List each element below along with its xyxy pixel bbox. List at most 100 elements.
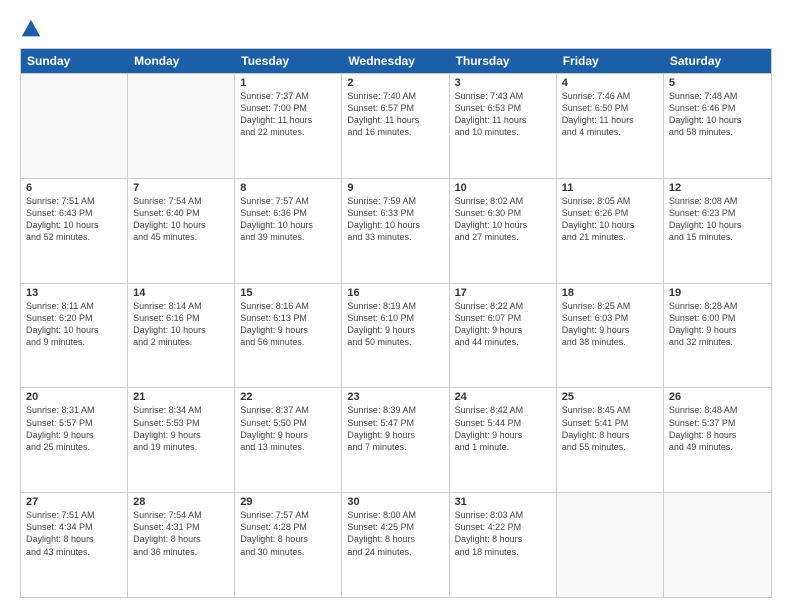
day-header-friday: Friday	[557, 49, 664, 73]
cell-info: Sunrise: 7:51 AMSunset: 4:34 PMDaylight:…	[26, 509, 122, 558]
day-number: 9	[347, 182, 443, 194]
logo	[20, 18, 44, 40]
day-number: 10	[455, 182, 551, 194]
week-row-5: 27Sunrise: 7:51 AMSunset: 4:34 PMDayligh…	[21, 492, 771, 597]
day-number: 16	[347, 287, 443, 299]
calendar-cell: 23Sunrise: 8:39 AMSunset: 5:47 PMDayligh…	[342, 388, 449, 492]
day-number: 25	[562, 391, 658, 403]
calendar-cell: 22Sunrise: 8:37 AMSunset: 5:50 PMDayligh…	[235, 388, 342, 492]
cell-info: Sunrise: 8:16 AMSunset: 6:13 PMDaylight:…	[240, 300, 336, 349]
day-number: 1	[240, 77, 336, 89]
day-number: 22	[240, 391, 336, 403]
calendar-cell: 12Sunrise: 8:08 AMSunset: 6:23 PMDayligh…	[664, 179, 771, 283]
calendar-cell: 20Sunrise: 8:31 AMSunset: 5:57 PMDayligh…	[21, 388, 128, 492]
day-number: 19	[669, 287, 766, 299]
calendar-cell: 6Sunrise: 7:51 AMSunset: 6:43 PMDaylight…	[21, 179, 128, 283]
day-number: 2	[347, 77, 443, 89]
calendar-cell: 5Sunrise: 7:48 AMSunset: 6:46 PMDaylight…	[664, 74, 771, 178]
day-header-saturday: Saturday	[664, 49, 771, 73]
calendar-cell	[664, 493, 771, 597]
day-number: 26	[669, 391, 766, 403]
week-row-4: 20Sunrise: 8:31 AMSunset: 5:57 PMDayligh…	[21, 387, 771, 492]
calendar-cell: 26Sunrise: 8:48 AMSunset: 5:37 PMDayligh…	[664, 388, 771, 492]
cell-info: Sunrise: 8:02 AMSunset: 6:30 PMDaylight:…	[455, 195, 551, 244]
cell-info: Sunrise: 8:48 AMSunset: 5:37 PMDaylight:…	[669, 404, 766, 453]
week-row-2: 6Sunrise: 7:51 AMSunset: 6:43 PMDaylight…	[21, 178, 771, 283]
day-header-monday: Monday	[128, 49, 235, 73]
calendar-cell: 7Sunrise: 7:54 AMSunset: 6:40 PMDaylight…	[128, 179, 235, 283]
cell-info: Sunrise: 8:22 AMSunset: 6:07 PMDaylight:…	[455, 300, 551, 349]
cell-info: Sunrise: 7:59 AMSunset: 6:33 PMDaylight:…	[347, 195, 443, 244]
cell-info: Sunrise: 7:57 AMSunset: 6:36 PMDaylight:…	[240, 195, 336, 244]
calendar-cell: 3Sunrise: 7:43 AMSunset: 6:53 PMDaylight…	[450, 74, 557, 178]
calendar-cell: 31Sunrise: 8:03 AMSunset: 4:22 PMDayligh…	[450, 493, 557, 597]
logo-icon	[20, 18, 42, 40]
header	[20, 18, 772, 40]
day-header-tuesday: Tuesday	[235, 49, 342, 73]
cell-info: Sunrise: 7:54 AMSunset: 6:40 PMDaylight:…	[133, 195, 229, 244]
calendar-cell: 14Sunrise: 8:14 AMSunset: 6:16 PMDayligh…	[128, 284, 235, 388]
calendar-body: 1Sunrise: 7:37 AMSunset: 7:00 PMDaylight…	[21, 73, 771, 597]
calendar-cell	[128, 74, 235, 178]
cell-info: Sunrise: 8:39 AMSunset: 5:47 PMDaylight:…	[347, 404, 443, 453]
cell-info: Sunrise: 7:51 AMSunset: 6:43 PMDaylight:…	[26, 195, 122, 244]
day-number: 3	[455, 77, 551, 89]
day-number: 28	[133, 496, 229, 508]
calendar-cell: 27Sunrise: 7:51 AMSunset: 4:34 PMDayligh…	[21, 493, 128, 597]
day-number: 20	[26, 391, 122, 403]
cell-info: Sunrise: 7:46 AMSunset: 6:50 PMDaylight:…	[562, 90, 658, 139]
day-header-wednesday: Wednesday	[342, 49, 449, 73]
calendar-cell: 17Sunrise: 8:22 AMSunset: 6:07 PMDayligh…	[450, 284, 557, 388]
day-number: 14	[133, 287, 229, 299]
day-number: 12	[669, 182, 766, 194]
calendar-cell: 11Sunrise: 8:05 AMSunset: 6:26 PMDayligh…	[557, 179, 664, 283]
cell-info: Sunrise: 8:28 AMSunset: 6:00 PMDaylight:…	[669, 300, 766, 349]
day-number: 30	[347, 496, 443, 508]
cell-info: Sunrise: 8:05 AMSunset: 6:26 PMDaylight:…	[562, 195, 658, 244]
week-row-1: 1Sunrise: 7:37 AMSunset: 7:00 PMDaylight…	[21, 73, 771, 178]
day-header-sunday: Sunday	[21, 49, 128, 73]
cell-info: Sunrise: 8:45 AMSunset: 5:41 PMDaylight:…	[562, 404, 658, 453]
day-number: 13	[26, 287, 122, 299]
cell-info: Sunrise: 7:40 AMSunset: 6:57 PMDaylight:…	[347, 90, 443, 139]
calendar-cell: 28Sunrise: 7:54 AMSunset: 4:31 PMDayligh…	[128, 493, 235, 597]
cell-info: Sunrise: 7:57 AMSunset: 4:28 PMDaylight:…	[240, 509, 336, 558]
calendar-cell: 18Sunrise: 8:25 AMSunset: 6:03 PMDayligh…	[557, 284, 664, 388]
calendar-cell: 1Sunrise: 7:37 AMSunset: 7:00 PMDaylight…	[235, 74, 342, 178]
day-number: 21	[133, 391, 229, 403]
cell-info: Sunrise: 8:31 AMSunset: 5:57 PMDaylight:…	[26, 404, 122, 453]
cell-info: Sunrise: 7:37 AMSunset: 7:00 PMDaylight:…	[240, 90, 336, 139]
calendar-cell	[21, 74, 128, 178]
calendar-cell: 29Sunrise: 7:57 AMSunset: 4:28 PMDayligh…	[235, 493, 342, 597]
calendar-cell: 2Sunrise: 7:40 AMSunset: 6:57 PMDaylight…	[342, 74, 449, 178]
cell-info: Sunrise: 8:19 AMSunset: 6:10 PMDaylight:…	[347, 300, 443, 349]
day-header-thursday: Thursday	[450, 49, 557, 73]
calendar-header: SundayMondayTuesdayWednesdayThursdayFrid…	[21, 49, 771, 73]
calendar-cell: 30Sunrise: 8:00 AMSunset: 4:25 PMDayligh…	[342, 493, 449, 597]
day-number: 24	[455, 391, 551, 403]
cell-info: Sunrise: 8:11 AMSunset: 6:20 PMDaylight:…	[26, 300, 122, 349]
calendar-cell: 15Sunrise: 8:16 AMSunset: 6:13 PMDayligh…	[235, 284, 342, 388]
cell-info: Sunrise: 8:34 AMSunset: 5:53 PMDaylight:…	[133, 404, 229, 453]
calendar-cell: 9Sunrise: 7:59 AMSunset: 6:33 PMDaylight…	[342, 179, 449, 283]
day-number: 18	[562, 287, 658, 299]
cell-info: Sunrise: 8:42 AMSunset: 5:44 PMDaylight:…	[455, 404, 551, 453]
calendar-cell: 4Sunrise: 7:46 AMSunset: 6:50 PMDaylight…	[557, 74, 664, 178]
calendar-cell: 21Sunrise: 8:34 AMSunset: 5:53 PMDayligh…	[128, 388, 235, 492]
day-number: 27	[26, 496, 122, 508]
day-number: 11	[562, 182, 658, 194]
day-number: 23	[347, 391, 443, 403]
day-number: 29	[240, 496, 336, 508]
cell-info: Sunrise: 7:54 AMSunset: 4:31 PMDaylight:…	[133, 509, 229, 558]
page: SundayMondayTuesdayWednesdayThursdayFrid…	[0, 0, 792, 612]
cell-info: Sunrise: 8:08 AMSunset: 6:23 PMDaylight:…	[669, 195, 766, 244]
day-number: 8	[240, 182, 336, 194]
calendar-cell: 25Sunrise: 8:45 AMSunset: 5:41 PMDayligh…	[557, 388, 664, 492]
day-number: 7	[133, 182, 229, 194]
week-row-3: 13Sunrise: 8:11 AMSunset: 6:20 PMDayligh…	[21, 283, 771, 388]
calendar-cell: 13Sunrise: 8:11 AMSunset: 6:20 PMDayligh…	[21, 284, 128, 388]
cell-info: Sunrise: 8:37 AMSunset: 5:50 PMDaylight:…	[240, 404, 336, 453]
day-number: 5	[669, 77, 766, 89]
cell-info: Sunrise: 7:43 AMSunset: 6:53 PMDaylight:…	[455, 90, 551, 139]
day-number: 4	[562, 77, 658, 89]
